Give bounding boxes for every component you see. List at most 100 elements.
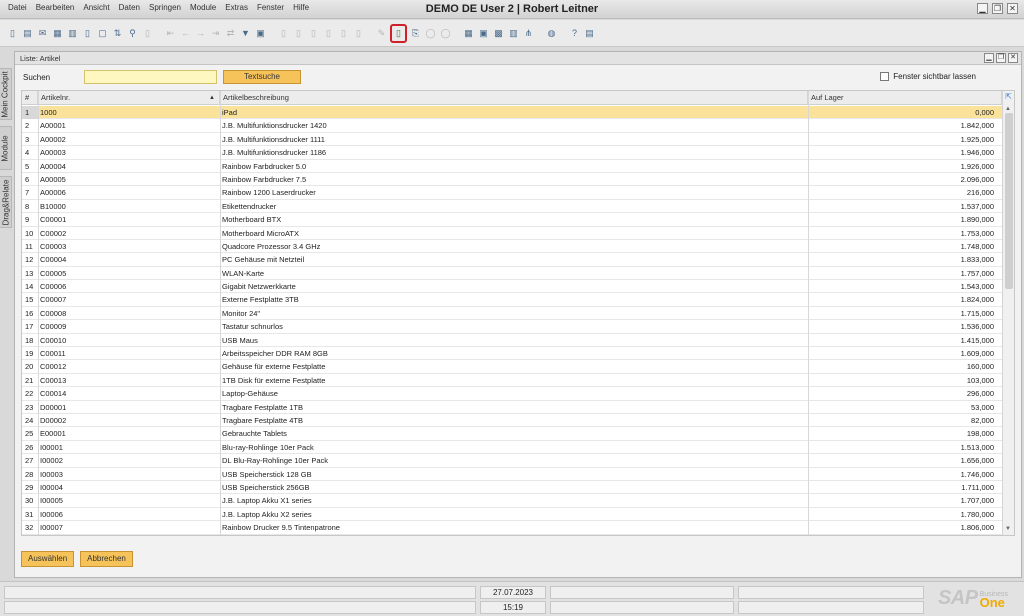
cancel-button[interactable]: Abbrechen [80, 551, 133, 567]
next-record-icon[interactable]: → [194, 27, 207, 40]
col-header-stock[interactable]: Auf Lager [808, 91, 1002, 105]
table-row[interactable]: 7 A00006 Rainbow 1200 Laserdrucker 216,000 [22, 186, 1002, 200]
target-document-icon[interactable]: ▯ [277, 27, 290, 40]
highlighted-document-icon[interactable]: ▯ [390, 23, 407, 43]
payment-icon[interactable]: ▯ [307, 27, 320, 40]
tab-dragrelate[interactable]: Drag&Relate [0, 176, 12, 228]
filter-icon[interactable]: ▼ [239, 27, 252, 40]
table-row[interactable]: 13 C00005 WLAN-Karte 1.757,000 [22, 267, 1002, 281]
table-row[interactable]: 26 I00001 Blu-ray-Rohlinge 10er Pack 1.513,… [22, 441, 1002, 455]
print-icon[interactable]: ▤ [21, 27, 34, 40]
menu-item-module[interactable]: Module [190, 3, 216, 12]
table-row[interactable]: 8 B10000 Etikettendrucker 1.537,000 [22, 200, 1002, 214]
search-icon[interactable]: ⚲ [126, 27, 139, 40]
table-row[interactable]: 22 C00014 Laptop-Gehäuse 296,000 [22, 387, 1002, 401]
table-row[interactable]: 18 C00010 USB Maus 1.415,000 [22, 334, 1002, 348]
base-document-icon[interactable]: ▣ [254, 27, 267, 40]
search-input[interactable] [84, 70, 217, 84]
sort-icon[interactable]: ⇄ [224, 27, 237, 40]
last-record-icon[interactable]: ⇥ [209, 27, 222, 40]
menu-item-hilfe[interactable]: Hilfe [293, 3, 309, 12]
table-row[interactable]: 3 A00002 J.B. Multifunktionsdrucker 1111 1.… [22, 133, 1002, 147]
scrollbar-thumb[interactable] [1005, 113, 1013, 289]
table-row[interactable]: 20 C00012 Gehäuse für externe Festplatte 16… [22, 360, 1002, 374]
col-header-num[interactable]: # [22, 91, 38, 105]
menu-item-bearbeiten[interactable]: Bearbeiten [36, 3, 75, 12]
table-row[interactable]: 9 C00001 Motherboard BTX 1.890,000 [22, 213, 1002, 227]
table-row[interactable]: 31 I00006 J.B. Laptop Akku X2 series 1.780,… [22, 508, 1002, 522]
table-row[interactable]: 6 A00005 Rainbow Farbdrucker 7.5 2.096,000 [22, 173, 1002, 187]
restore-button[interactable]: ❐ [992, 3, 1003, 14]
journal-entry-icon[interactable]: ▯ [337, 27, 350, 40]
messages-icon[interactable]: ◯ [439, 27, 452, 40]
inner-restore-button[interactable]: ❐ [996, 53, 1006, 63]
menu-item-datei[interactable]: Datei [8, 3, 27, 12]
menu-item-daten[interactable]: Daten [119, 3, 140, 12]
table-row[interactable]: 10 C00002 Motherboard MicroATX 1.753,000 [22, 227, 1002, 240]
copy-icon[interactable]: ▯ [352, 27, 365, 40]
inner-close-button[interactable]: ✕ [1008, 53, 1018, 63]
table-row[interactable]: 16 C00008 Monitor 24" 1.715,000 [22, 307, 1002, 321]
table-row[interactable]: 25 E00001 Gebrauchte Tablets 198,000 [22, 427, 1002, 441]
close-button[interactable]: ✕ [1007, 3, 1018, 14]
menu-item-fenster[interactable]: Fenster [257, 3, 284, 12]
new-document-icon[interactable]: ▯ [6, 27, 19, 40]
col-header-id[interactable]: Artikelnr. ▲ [38, 91, 220, 105]
table-row[interactable]: 4 A00003 J.B. Multifunktionsdrucker 1186 1.… [22, 146, 1002, 160]
vertical-scrollbar[interactable]: ⇱ ▲ ▼ [1002, 91, 1014, 535]
volume-weight-icon[interactable]: ▯ [322, 27, 335, 40]
menu-item-springen[interactable]: Springen [149, 3, 181, 12]
col-header-desc[interactable]: Artikelbeschreibung [220, 91, 808, 105]
table-row[interactable]: 24 D00002 Tragbare Festplatte 4TB 82,000 [22, 414, 1002, 428]
export-icon[interactable]: ⎘ [409, 27, 422, 40]
table-row[interactable]: 29 I00004 USB Speicherstick 256GB 1.711,000 [22, 481, 1002, 495]
table-row[interactable]: 23 D00001 Tragbare Festplatte 1TB 53,000 [22, 401, 1002, 414]
table-row[interactable]: 21 C00013 1TB Disk für externe Festplatte 1… [22, 374, 1002, 388]
previous-record-icon[interactable]: ← [179, 27, 192, 40]
alerts-icon[interactable]: ▦ [462, 27, 475, 40]
settings-icon[interactable]: ◯ [424, 27, 437, 40]
table-row[interactable]: 27 I00002 DL Blu-Ray-Rohlinge 10er Pack 1.6… [22, 454, 1002, 468]
keep-window-visible[interactable]: Fenster sichtbar lassen [880, 72, 976, 81]
inner-minimize-button[interactable]: ▁ [984, 53, 994, 63]
table-row[interactable]: 15 C00007 Externe Festplatte 3TB 1.824,000 [22, 293, 1002, 307]
text-search-button[interactable]: Textsuche [223, 70, 301, 84]
table-row[interactable]: 5 A00004 Rainbow Farbdrucker 5.0 1.926,000 [22, 160, 1002, 173]
table-row[interactable]: 11 C00003 Quadcore Prozessor 3.4 GHz 1.748,… [22, 240, 1002, 254]
activity-icon[interactable]: ▣ [477, 27, 490, 40]
first-record-icon[interactable]: ⇤ [164, 27, 177, 40]
table-row[interactable]: 12 C00004 PC Gehäuse mit Netzteil 1.833,000 [22, 253, 1002, 267]
table-row[interactable]: 2 A00001 J.B. Multifunktionsdrucker 1420 1.… [22, 119, 1002, 133]
expand-arrow-icon[interactable]: ⇱ [1005, 92, 1012, 101]
web-icon[interactable]: ◍ [545, 27, 558, 40]
calendar-icon[interactable]: ▩ [492, 27, 505, 40]
menu-item-ansicht[interactable]: Ansicht [83, 3, 109, 12]
export-excel-icon[interactable]: ▦ [51, 27, 64, 40]
export-word-icon[interactable]: ▥ [66, 27, 79, 40]
keep-window-checkbox[interactable] [880, 72, 890, 81]
database-icon[interactable]: ▤ [583, 27, 596, 40]
table-row[interactable]: 17 C00009 Tastatur schnurlos 1.536,000 [22, 320, 1002, 334]
tab-module[interactable]: Module [0, 126, 12, 170]
table-row[interactable]: 30 I00005 J.B. Laptop Akku X1 series 1.707,… [22, 494, 1002, 508]
refresh-icon[interactable]: ⇅ [111, 27, 124, 40]
table-row[interactable]: 19 C00011 Arbeitsspeicher DDR RAM 8GB 1.609… [22, 347, 1002, 361]
tab-cockpit[interactable]: Mein Cockpit [0, 68, 12, 120]
chart-icon[interactable]: ▥ [507, 27, 520, 40]
add-icon[interactable]: ▯ [141, 27, 154, 40]
select-button[interactable]: Auswählen [21, 551, 75, 567]
table-row[interactable]: 14 C00006 Gigabit Netzwerkkarte 1.543,000 [22, 280, 1002, 294]
table-row[interactable]: 1 1000 iPad 0,000 [22, 106, 1002, 120]
menu-item-extras[interactable]: Extras [225, 3, 248, 12]
table-row[interactable]: 28 I00003 USB Speicherstick 128 GB 1.746,00… [22, 468, 1002, 481]
preview-icon[interactable]: ▢ [96, 27, 109, 40]
table-row[interactable]: 32 I00007 Rainbow Drucker 9.5 Tintenpatron… [22, 521, 1002, 535]
minimize-button[interactable]: ▁ [977, 3, 988, 14]
help-icon[interactable]: ? [568, 27, 581, 40]
gross-profit-icon[interactable]: ▯ [292, 27, 305, 40]
scroll-down-icon[interactable]: ▼ [1005, 526, 1011, 532]
edit-icon[interactable]: ✎ [375, 27, 388, 40]
pdf-icon[interactable]: ▯ [81, 27, 94, 40]
email-icon[interactable]: ✉ [36, 27, 49, 40]
scroll-up-icon[interactable]: ▲ [1005, 106, 1011, 112]
